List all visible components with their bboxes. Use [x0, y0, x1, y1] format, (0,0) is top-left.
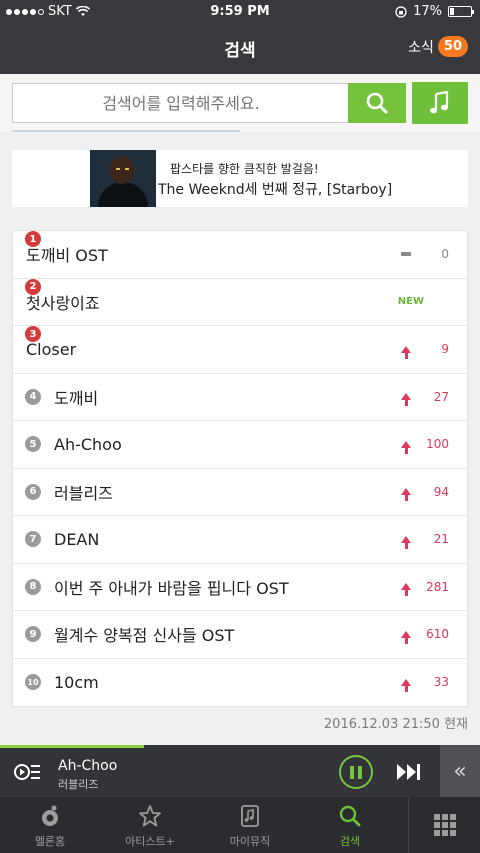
popular-search-list: 1 도깨비 OST 0 2 첫사랑이죠 NEW 3 Closer 9 4 도깨비… — [12, 230, 468, 707]
no-change-icon — [401, 252, 411, 257]
list-item[interactable]: 1 도깨비 OST 0 — [13, 231, 467, 279]
rank-badge: 6 — [25, 483, 41, 500]
pause-icon — [350, 765, 354, 779]
rank-badge: 5 — [25, 436, 41, 453]
collapse-player-button[interactable]: « — [440, 745, 480, 797]
new-badge: NEW — [397, 296, 424, 308]
rank-change: 0 — [401, 247, 449, 261]
rank-up-icon — [401, 630, 411, 644]
search-area — [0, 74, 480, 132]
search-tab-indicator — [12, 130, 240, 132]
battery-percent: 17% — [413, 4, 442, 19]
rank-change: 9 — [401, 342, 449, 359]
nav-item-search[interactable]: 검색 — [300, 797, 400, 853]
status-right: 17% — [395, 4, 474, 19]
rank-change-value: 281 — [426, 579, 449, 594]
rotation-lock-icon — [395, 5, 407, 18]
rank-up-icon — [401, 345, 411, 359]
banner-artist-image — [90, 150, 156, 207]
list-item[interactable]: 3 Closer 9 — [13, 326, 467, 374]
search-button[interactable] — [348, 83, 406, 123]
news-count-badge: 50 — [437, 36, 468, 57]
news-button[interactable]: 소식 50 — [408, 36, 468, 57]
rank-badge: 7 — [25, 531, 41, 548]
search-icon — [339, 805, 361, 827]
promo-banner[interactable]: 팝스타를 향한 큼직한 발걸음! The Weeknd세 번째 정규, [Sta… — [12, 150, 468, 207]
rank-up-icon — [401, 583, 411, 597]
rank-change-value: 27 — [433, 389, 449, 404]
next-track-icon[interactable] — [396, 762, 422, 782]
rank-change-value: 94 — [433, 484, 449, 499]
rank-change-value: 9 — [441, 342, 449, 357]
rank-change: 94 — [401, 484, 449, 502]
music-search-button[interactable] — [412, 82, 468, 124]
star-icon — [139, 805, 161, 827]
nav-label: 멜론홈 — [34, 835, 66, 848]
nav-label: 아티스트+ — [125, 835, 175, 848]
rank-up-icon — [401, 488, 411, 502]
rank-change-value: 0 — [441, 247, 449, 262]
nav-label: 검색 — [339, 835, 361, 848]
rank-up-icon — [401, 535, 411, 549]
rank-change: 21 — [401, 532, 449, 549]
list-item[interactable]: 6 러블리즈 94 — [13, 469, 467, 516]
nav-item-melon-home[interactable]: 멜론홈 — [0, 797, 100, 853]
mini-player: Ah-Choo 러블리즈 « — [0, 745, 480, 797]
rank-change: 27 — [401, 389, 449, 407]
list-item[interactable]: 2 첫사랑이죠 NEW — [13, 278, 467, 326]
rank-badge: 8 — [25, 578, 41, 595]
list-item[interactable]: 9 월계수 양복점 신사들 OST 610 — [13, 611, 467, 659]
rank-change-value: 100 — [426, 437, 449, 452]
battery-icon — [448, 6, 474, 17]
rank-badge: 1 — [25, 231, 41, 247]
rank-badge: 10 — [25, 674, 41, 691]
now-playing-artist[interactable]: 러블리즈 — [58, 776, 98, 792]
rank-up-icon — [401, 440, 411, 454]
rank-change-value: 33 — [433, 675, 449, 690]
banner-headline: The Weeknd세 번째 정규, [Starboy] — [158, 182, 393, 198]
list-item[interactable]: 10 10cm 33 — [13, 659, 467, 707]
rank-change-value: 21 — [433, 532, 449, 547]
rank-badge: 4 — [25, 388, 41, 405]
rank-badge: 3 — [25, 326, 41, 342]
news-label: 소식 — [408, 39, 434, 56]
nav-more-button[interactable] — [408, 797, 480, 853]
now-playing-title[interactable]: Ah-Choo — [58, 758, 117, 774]
rank-up-icon — [401, 678, 411, 692]
nav-item-artist-plus[interactable]: 아티스트+ — [100, 797, 200, 853]
grid-menu-icon — [433, 814, 456, 836]
rank-badge: 2 — [25, 278, 41, 295]
bottom-nav: 멜론홈 아티스트+ 마이뮤직 검색 — [0, 797, 480, 853]
search-input[interactable] — [13, 84, 349, 122]
ranking-timestamp: 2016.12.03 21:50 현재 — [323, 717, 468, 732]
top-bar: SKT 9:59 PM 17% 검색 소식 50 — [0, 0, 480, 74]
pause-button[interactable] — [339, 755, 373, 789]
nav-item-my-music[interactable]: 마이뮤직 — [200, 797, 300, 853]
playlist-icon[interactable] — [14, 761, 40, 783]
search-box — [12, 83, 406, 123]
rank-change: 610 — [401, 627, 449, 644]
search-icon — [366, 92, 388, 114]
list-item[interactable]: 7 DEAN 21 — [13, 516, 467, 564]
rank-change: 100 — [401, 437, 449, 454]
nav-label: 마이뮤직 — [229, 835, 271, 848]
list-item[interactable]: 4 도깨비 27 — [13, 374, 467, 421]
playback-progress-bar[interactable] — [0, 745, 144, 748]
rank-change: 281 — [401, 579, 449, 597]
banner-tagline: 팝스타를 향한 큼직한 발걸음! — [170, 162, 319, 176]
rank-change-value: 610 — [426, 627, 449, 642]
list-item[interactable]: 8 이번 주 아내가 바람을 핍니다 OST 281 — [13, 564, 467, 611]
rank-badge: 9 — [25, 626, 41, 643]
rank-change: 33 — [401, 675, 449, 692]
melon-home-icon — [42, 805, 58, 826]
music-note-icon — [430, 91, 449, 114]
status-bar: SKT 9:59 PM 17% — [0, 0, 480, 24]
double-chevron-left-icon: « — [453, 758, 467, 784]
my-music-icon — [241, 805, 259, 827]
rank-up-icon — [401, 393, 411, 407]
list-item[interactable]: 5 Ah-Choo 100 — [13, 421, 467, 469]
